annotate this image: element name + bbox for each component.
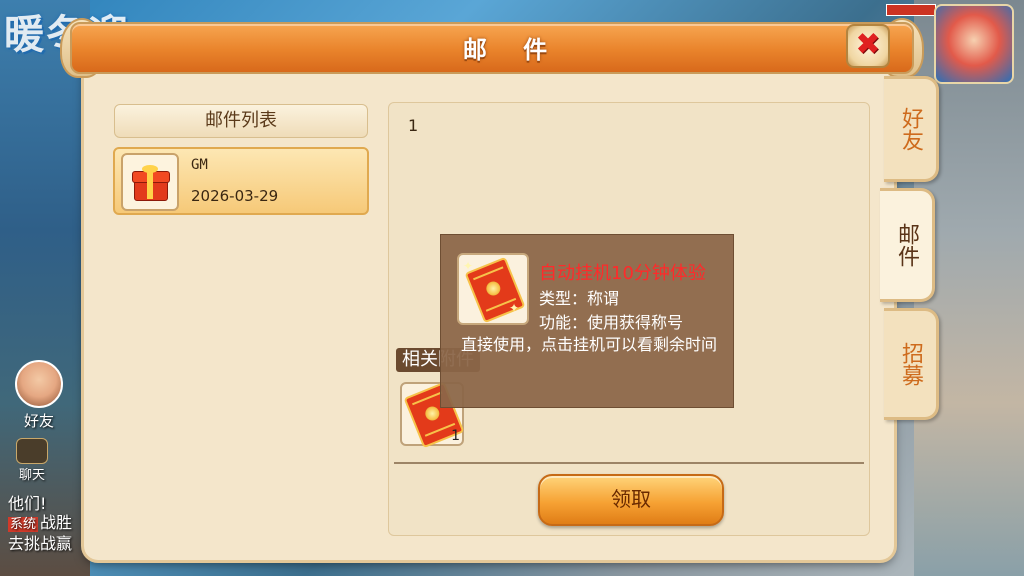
mail-item-icon-frame xyxy=(121,153,179,211)
mail-sender: GM xyxy=(191,157,208,173)
hp-bar xyxy=(886,4,936,16)
hud-friend-button[interactable]: 好友 xyxy=(14,360,64,431)
hud-chat-label: 聊天 xyxy=(18,468,45,483)
tooltip-item-name: 自动挂机10分钟体验 xyxy=(539,263,706,284)
mail-body-text: 1 xyxy=(408,116,419,135)
claim-button[interactable]: 领取 xyxy=(538,474,724,526)
chat-log: 他们! 系统 战胜 去挑战赢 xyxy=(8,494,90,553)
system-tag: 系统 xyxy=(8,517,39,532)
sparkle-icon: ✦ xyxy=(463,259,474,273)
chat-line: 他们! xyxy=(8,494,47,513)
chat-bubble-icon xyxy=(16,438,48,464)
hud-friend-label: 好友 xyxy=(23,412,54,430)
friend-avatar-icon xyxy=(15,360,63,408)
attachment-count: 1 xyxy=(451,428,460,444)
tooltip-item-frame: ✦ ✦ xyxy=(457,253,529,325)
background-left-scene xyxy=(0,0,90,576)
mail-list-item[interactable]: GM 2026-03-29 xyxy=(113,147,369,215)
sparkle-icon: ✦ xyxy=(509,301,520,315)
tooltip-item-function: 功能：使用获得称号 xyxy=(539,313,684,332)
divider xyxy=(394,462,864,464)
tab-mail[interactable]: 邮件 xyxy=(880,188,935,302)
close-button[interactable]: ✖ xyxy=(846,24,890,68)
tooltip-item-description: 直接使用，点击挂机可以看剩余时间 xyxy=(461,335,718,354)
chat-line: 系统 战胜 xyxy=(8,513,73,532)
close-icon: ✖ xyxy=(855,27,881,62)
mail-list-header: 邮件列表 xyxy=(114,104,368,138)
gift-icon xyxy=(132,165,170,201)
hud-chat-button[interactable]: 聊天 xyxy=(12,438,52,483)
tab-friends[interactable]: 好友 xyxy=(884,76,939,182)
tooltip-item-type: 类型：称谓 xyxy=(539,289,620,308)
item-tooltip: ✦ ✦ 自动挂机10分钟体验 类型：称谓 功能：使用获得称号 直接使用，点击挂机… xyxy=(440,234,734,408)
chat-line: 去挑战赢 xyxy=(8,534,73,553)
tab-recruit[interactable]: 招募 xyxy=(884,308,939,420)
mail-date: 2026-03-29 xyxy=(191,187,279,205)
